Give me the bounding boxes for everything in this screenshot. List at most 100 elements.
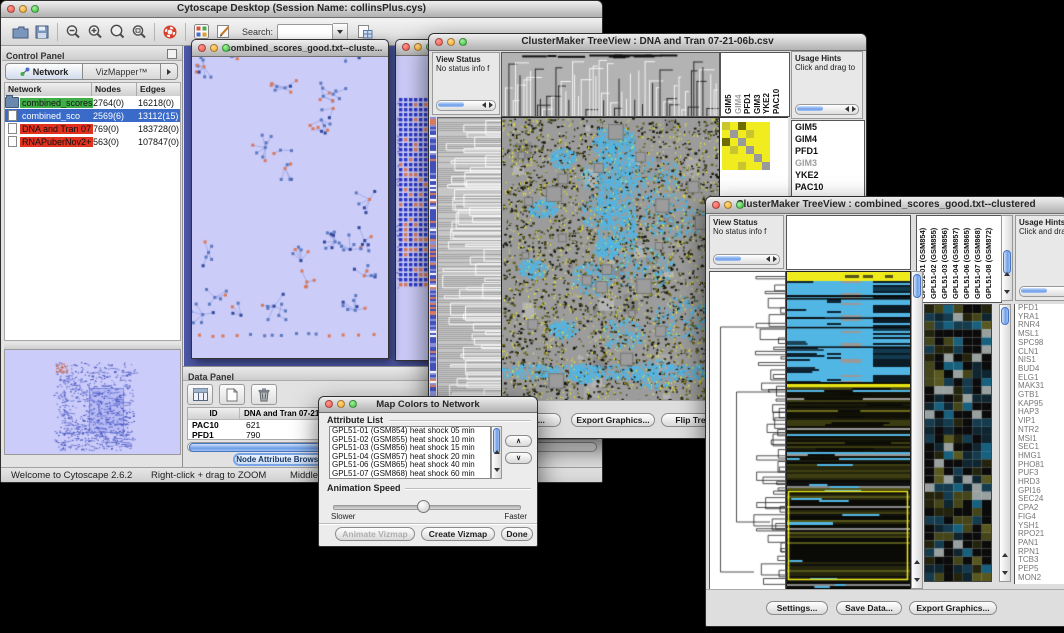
- tab-vizmapper[interactable]: VizMapper™: [83, 63, 161, 80]
- zoom-button[interactable]: [736, 201, 744, 209]
- scroll-up-arrow-icon[interactable]: [1002, 553, 1008, 557]
- treeview2-column-dendrogram[interactable]: [786, 215, 911, 270]
- treeview2-label-scrollbar[interactable]: [1001, 215, 1013, 301]
- zoom-button[interactable]: [349, 400, 357, 408]
- view-status-scrollbar[interactable]: [436, 100, 496, 111]
- scroll-thumb[interactable]: [438, 102, 464, 107]
- attribute-option[interactable]: GPL51-07 (GSM868) heat shock 60 min: [330, 470, 490, 479]
- column-label[interactable]: GPL51-06 (GSM865): [962, 228, 971, 299]
- column-header[interactable]: Edges: [137, 83, 180, 96]
- save-button[interactable]: [31, 22, 53, 42]
- attribute-list-scrollbar[interactable]: [491, 426, 502, 479]
- scroll-right-arrow-icon[interactable]: [852, 106, 856, 112]
- scroll-thumb[interactable]: [1021, 288, 1047, 293]
- column-label[interactable]: GPL51-03 (GSM856): [940, 228, 949, 299]
- treeview1-global-strip[interactable]: [430, 117, 436, 400]
- minimize-button[interactable]: [19, 5, 27, 13]
- scroll-thumb[interactable]: [1001, 307, 1009, 325]
- treeview2-heatmap[interactable]: [786, 271, 911, 591]
- animation-speed-slider[interactable]: [333, 500, 519, 512]
- treeview2-zoom-scrollbar[interactable]: [999, 304, 1011, 582]
- help-button[interactable]: [159, 22, 181, 42]
- column-label[interactable]: YKE2: [762, 93, 771, 114]
- zoom-selected-button[interactable]: [106, 22, 128, 42]
- select-attributes-button[interactable]: [187, 384, 213, 405]
- zoom-fit-button[interactable]: [128, 22, 150, 42]
- column-label[interactable]: GPL51-02 (GSM855): [929, 228, 938, 299]
- scroll-left-arrow-icon[interactable]: [766, 256, 770, 262]
- minimize-button[interactable]: [414, 43, 422, 51]
- scroll-left-arrow-icon[interactable]: [845, 106, 849, 112]
- scroll-right-arrow-icon[interactable]: [489, 102, 493, 108]
- done-button[interactable]: Done: [501, 527, 533, 541]
- export-graphics-button[interactable]: Export Graphics...: [571, 413, 655, 427]
- column-label[interactable]: PFD1: [743, 94, 752, 114]
- treeview2-zoom-heatmap[interactable]: [924, 304, 992, 582]
- create-vizmap-button[interactable]: Create Vizmap: [421, 527, 495, 541]
- close-button[interactable]: [402, 43, 410, 51]
- close-button[interactable]: [198, 44, 206, 52]
- network-row[interactable]: combined_sco 2569(6) 13112(15): [5, 109, 180, 122]
- main-title-bar[interactable]: Cytoscape Desktop (Session Name: collins…: [1, 1, 602, 18]
- gene-label[interactable]: YKE2: [792, 169, 864, 181]
- network-canvas[interactable]: [192, 40, 386, 341]
- close-button[interactable]: [7, 5, 15, 13]
- panel-splitter[interactable]: [4, 342, 181, 349]
- close-button[interactable]: [325, 400, 333, 408]
- scroll-up-arrow-icon[interactable]: [1004, 272, 1010, 276]
- zoom-button[interactable]: [222, 44, 230, 52]
- float-panel-icon[interactable]: [167, 49, 177, 59]
- minimize-button[interactable]: [724, 201, 732, 209]
- scroll-down-arrow-icon[interactable]: [1004, 290, 1010, 294]
- column-label[interactable]: GIM3: [753, 94, 762, 114]
- treeview1-column-dendrogram[interactable]: [501, 52, 720, 117]
- zoom-button[interactable]: [31, 5, 39, 13]
- scroll-down-arrow-icon[interactable]: [494, 468, 500, 472]
- column-header-id[interactable]: ID: [188, 408, 240, 419]
- gene-label[interactable]: PFD1: [792, 145, 864, 157]
- scroll-up-arrow-icon[interactable]: [914, 560, 920, 564]
- network-row[interactable]: RNAPuberNov2+ 563(0) 107847(0): [5, 135, 180, 148]
- close-button[interactable]: [712, 201, 720, 209]
- network-row[interactable]: combined_scores 2764(0) 16218(0): [5, 96, 180, 109]
- treeview1-heatmap[interactable]: [501, 117, 720, 402]
- treeview1-title-bar[interactable]: ClusterMaker TreeView : DNA and Tran 07-…: [429, 34, 866, 51]
- scroll-left-arrow-icon[interactable]: [482, 102, 486, 108]
- scroll-thumb[interactable]: [913, 274, 921, 298]
- animate-vizmap-button[interactable]: Animate Vizmap: [335, 527, 415, 541]
- gene-label[interactable]: MON2: [1015, 574, 1064, 583]
- zoom-button[interactable]: [459, 38, 467, 46]
- overview-canvas[interactable]: [5, 350, 180, 454]
- save-data-button[interactable]: Save Data...: [836, 601, 902, 615]
- move-down-button[interactable]: ∨: [505, 452, 532, 464]
- search-dropdown-button[interactable]: [333, 23, 348, 41]
- scroll-down-arrow-icon[interactable]: [1002, 571, 1008, 575]
- open-file-button[interactable]: [9, 22, 31, 42]
- column-label[interactable]: GPL51-07 (GSM868): [973, 228, 982, 299]
- usage-hints-scrollbar[interactable]: [795, 104, 859, 115]
- settings-button[interactable]: Settings...: [766, 601, 828, 615]
- treeview2-row-dendrogram[interactable]: [709, 271, 786, 591]
- gene-label[interactable]: PAC10: [792, 181, 864, 193]
- minimize-button[interactable]: [210, 44, 218, 52]
- move-up-button[interactable]: ∧: [505, 435, 532, 447]
- gene-label[interactable]: GIM3: [792, 157, 864, 169]
- tab-overflow-button[interactable]: [161, 63, 178, 80]
- network-overview[interactable]: [4, 349, 181, 455]
- zoom-in-button[interactable]: [84, 22, 106, 42]
- scroll-thumb[interactable]: [715, 256, 741, 261]
- export-graphics-button[interactable]: Export Graphics...: [909, 601, 997, 615]
- column-header[interactable]: Nodes: [92, 83, 137, 96]
- scroll-up-arrow-icon[interactable]: [494, 450, 500, 454]
- mini-heatmap[interactable]: [722, 122, 770, 170]
- scroll-thumb[interactable]: [797, 106, 823, 111]
- scroll-right-arrow-icon[interactable]: [773, 256, 777, 262]
- usage-hints-scrollbar[interactable]: [1019, 286, 1064, 297]
- zoom-out-button[interactable]: [62, 22, 84, 42]
- treeview2-heatmap-scrollbar[interactable]: [911, 271, 923, 589]
- treeview1-row-dendrogram[interactable]: [437, 117, 502, 402]
- column-label[interactable]: PAC10: [772, 89, 781, 114]
- column-label[interactable]: GPL51-04 (GSM857): [951, 228, 960, 299]
- treeview2-title-bar[interactable]: ClusterMaker TreeView : combined_scores_…: [706, 197, 1064, 214]
- column-label[interactable]: GPL51-08 (GSM872): [984, 228, 993, 299]
